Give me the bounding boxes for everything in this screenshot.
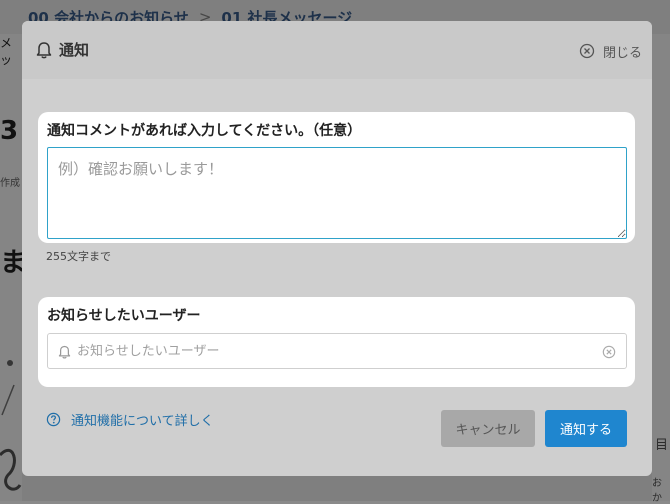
users-card: お知らせしたいユーザー <box>38 297 635 387</box>
char-limit-hint: 255文字まで <box>46 250 111 263</box>
notify-modal: 通知 閉じる 通知コメントがあれば入力してください。（任意） 255文字まで お… <box>22 21 652 476</box>
close-label: 閉じる <box>602 45 642 61</box>
user-search-input[interactable] <box>75 342 602 360</box>
comment-textarea[interactable] <box>47 147 627 239</box>
modal-title: 通知 <box>59 41 90 59</box>
help-link-label: 通知機能について詳しく <box>71 414 214 429</box>
close-circle-icon <box>579 43 595 59</box>
modal-header: 通知 閉じる <box>22 21 652 79</box>
comment-card: 通知コメントがあれば入力してください。（任意） <box>38 112 635 243</box>
comment-label: 通知コメントがあれば入力してください。（任意） <box>47 123 362 139</box>
close-button[interactable]: 閉じる <box>579 41 642 61</box>
users-label: お知らせしたいユーザー <box>47 308 201 324</box>
bell-icon <box>36 41 52 59</box>
clear-circle-icon[interactable] <box>602 344 616 359</box>
bell-icon <box>58 344 71 359</box>
user-select-field[interactable] <box>47 333 627 369</box>
help-link[interactable]: 通知機能について詳しく <box>46 410 214 429</box>
notify-button[interactable]: 通知する <box>545 410 627 447</box>
cancel-button[interactable]: キャンセル <box>441 410 535 447</box>
question-circle-icon <box>46 412 61 427</box>
